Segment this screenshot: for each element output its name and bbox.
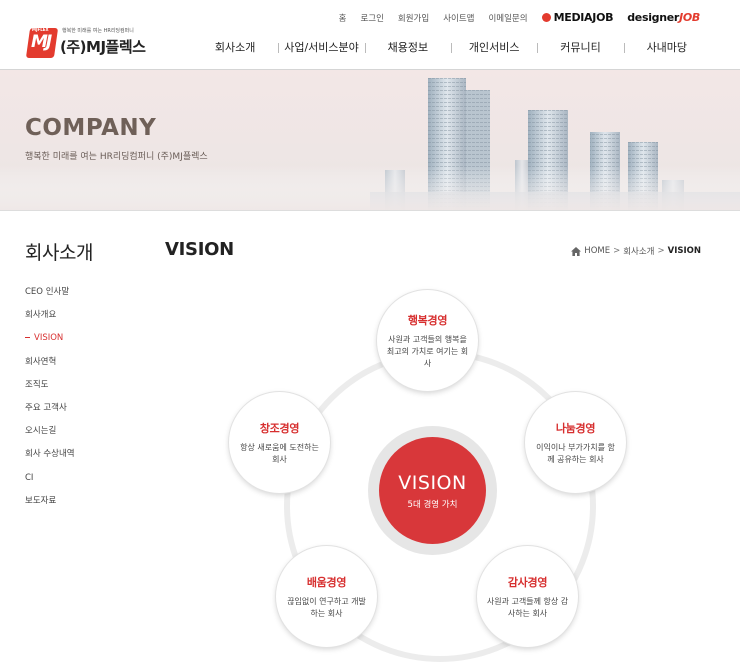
logo-tiny-text: MJFLEX xyxy=(32,27,49,32)
value-node-gratitude: 감사경영 사원과 고객들께 항상 감사하는 회사 xyxy=(477,546,578,647)
vision-center: VISION 5대 경영 가치 xyxy=(379,437,486,544)
util-link-home[interactable]: 홈 xyxy=(339,12,347,24)
utility-menu: 홈 로그인 회원가입 사이트맵 이메일문의 MEDIAJOB designerJ… xyxy=(339,11,701,24)
sidebar-item-label: CEO 인사말 xyxy=(25,287,70,297)
active-dash-icon xyxy=(25,337,30,339)
mediajob-label: MEDIAJOB xyxy=(553,11,614,24)
breadcrumb: HOME > 회사소개 > VISION xyxy=(571,245,701,257)
home-icon xyxy=(571,246,582,256)
company-banner: COMPANY 행복한 미래를 여는 HR리딩컴퍼니 (주)MJ플렉스 xyxy=(0,70,740,211)
company-logo[interactable]: MJ MJFLEX 행복한 미래를 여는 HR리딩컴퍼니 (주)MJ플렉스 xyxy=(25,24,148,62)
breadcrumb-parent[interactable]: 회사소개 xyxy=(623,245,654,257)
sidebar-item-label: 조직도 xyxy=(25,379,49,390)
value-title: 창조경영 xyxy=(259,421,300,435)
page-title: VISION xyxy=(165,239,234,260)
gnb-item-personal[interactable]: 개인서비스 xyxy=(450,40,537,60)
value-desc: 사원과 고객들께 항상 감사하는 회사 xyxy=(486,596,569,618)
value-node-learning: 배움경영 끊임없이 연구하고 개발하는 회사 xyxy=(276,546,377,647)
value-node-creativity: 창조경영 항상 새로움에 도전하는 회사 xyxy=(229,392,330,493)
util-link-email[interactable]: 이메일문의 xyxy=(488,12,527,24)
logo-slogan: 행복한 미래를 여는 HR리딩컴퍼니 xyxy=(62,28,134,34)
gnb-item-recruit[interactable]: 채용정보 xyxy=(364,40,451,60)
util-link-login[interactable]: 로그인 xyxy=(360,12,383,24)
value-title: 행복경영 xyxy=(407,313,448,327)
sidebar-item-vision[interactable]: VISION xyxy=(25,332,75,355)
main-navigation: 회사소개 사업/서비스분야 채용정보 개인서비스 커뮤니티 사내마당 xyxy=(192,40,710,60)
designerjob-label-b: JOB xyxy=(679,11,700,24)
sidebar-item-label: 보도자료 xyxy=(25,495,57,506)
sidebar-item-awards[interactable]: 회사 수상내역 xyxy=(25,448,75,471)
value-node-happiness: 행복경영 사원과 고객들의 행복을 최고의 가치로 여기는 회사 xyxy=(377,290,478,391)
site-header: MJ MJFLEX 행복한 미래를 여는 HR리딩컴퍼니 (주)MJ플렉스 홈 … xyxy=(0,0,740,70)
designerjob-link[interactable]: designerJOB xyxy=(627,11,700,24)
mediajob-logo-icon xyxy=(541,13,551,22)
sidebar-title: 회사소개 xyxy=(25,242,93,264)
sidebar-item-clients[interactable]: 주요 고객사 xyxy=(25,402,75,425)
breadcrumb-separator: > xyxy=(657,246,665,256)
vision-diagram: 행복경영 사원과 고객들의 행복을 최고의 가치로 여기는 회사 나눔경영 이익… xyxy=(220,280,720,667)
gnb-item-business[interactable]: 사업/서비스분야 xyxy=(278,40,364,60)
sidebar-item-ceo[interactable]: CEO 인사말 xyxy=(25,286,75,309)
sidebar-item-press[interactable]: 보도자료 xyxy=(25,495,75,518)
sidebar-item-label: 주요 고객사 xyxy=(25,402,67,413)
value-desc: 사원과 고객들의 행복을 최고의 가치로 여기는 회사 xyxy=(386,334,469,368)
value-desc: 이익이나 부가가치를 함께 공유하는 회사 xyxy=(536,442,615,464)
sidebar-menu: CEO 인사말 회사개요 VISION 회사연혁 조직도 주요 고객사 오시는길… xyxy=(25,286,75,518)
banner-title: COMPANY xyxy=(25,115,157,141)
sidebar-item-label: 오시는길 xyxy=(25,426,57,437)
vision-center-ring: VISION 5대 경영 가치 xyxy=(368,426,497,555)
sidebar-item-label: CI xyxy=(25,472,34,483)
value-desc: 항상 새로움에 도전하는 회사 xyxy=(240,442,319,464)
logo-company-name: (주)MJ플렉스 xyxy=(60,38,146,56)
designerjob-label-a: designer xyxy=(627,11,680,24)
sidebar-item-label: 회사연혁 xyxy=(25,356,57,367)
breadcrumb-home[interactable]: HOME xyxy=(584,246,610,256)
sidebar-item-history[interactable]: 회사연혁 xyxy=(25,356,75,379)
sidebar-item-label: 회사 수상내역 xyxy=(25,449,75,460)
banner-subtitle: 행복한 미래를 여는 HR리딩컴퍼니 (주)MJ플렉스 xyxy=(25,152,208,162)
sidebar-item-overview[interactable]: 회사개요 xyxy=(25,309,75,332)
sidebar-item-label: 회사개요 xyxy=(25,310,57,321)
util-link-join[interactable]: 회원가입 xyxy=(398,12,429,24)
vision-center-title: VISION xyxy=(398,471,467,494)
sidebar-item-ci[interactable]: CI xyxy=(25,472,75,495)
value-title: 배움경영 xyxy=(306,575,347,589)
breadcrumb-current: VISION xyxy=(667,246,701,256)
breadcrumb-separator: > xyxy=(613,246,621,256)
sidebar-item-organization[interactable]: 조직도 xyxy=(25,379,75,402)
value-title: 나눔경영 xyxy=(555,421,596,435)
value-node-sharing: 나눔경영 이익이나 부가가치를 함께 공유하는 회사 xyxy=(525,392,626,493)
gnb-item-community[interactable]: 커뮤니티 xyxy=(537,40,623,60)
gnb-item-intranet[interactable]: 사내마당 xyxy=(623,40,710,60)
sidebar-item-label: VISION xyxy=(34,333,64,344)
value-title: 감사경영 xyxy=(507,575,548,589)
vision-center-subtitle: 5대 경영 가치 xyxy=(407,499,458,510)
mediajob-link[interactable]: MEDIAJOB xyxy=(541,11,614,24)
value-desc: 끊임없이 연구하고 개발하는 회사 xyxy=(287,596,366,618)
sidebar-item-location[interactable]: 오시는길 xyxy=(25,425,75,448)
util-link-sitemap[interactable]: 사이트맵 xyxy=(443,12,474,24)
gnb-item-company[interactable]: 회사소개 xyxy=(192,40,278,60)
logo-mark-text: MJ xyxy=(31,32,52,52)
